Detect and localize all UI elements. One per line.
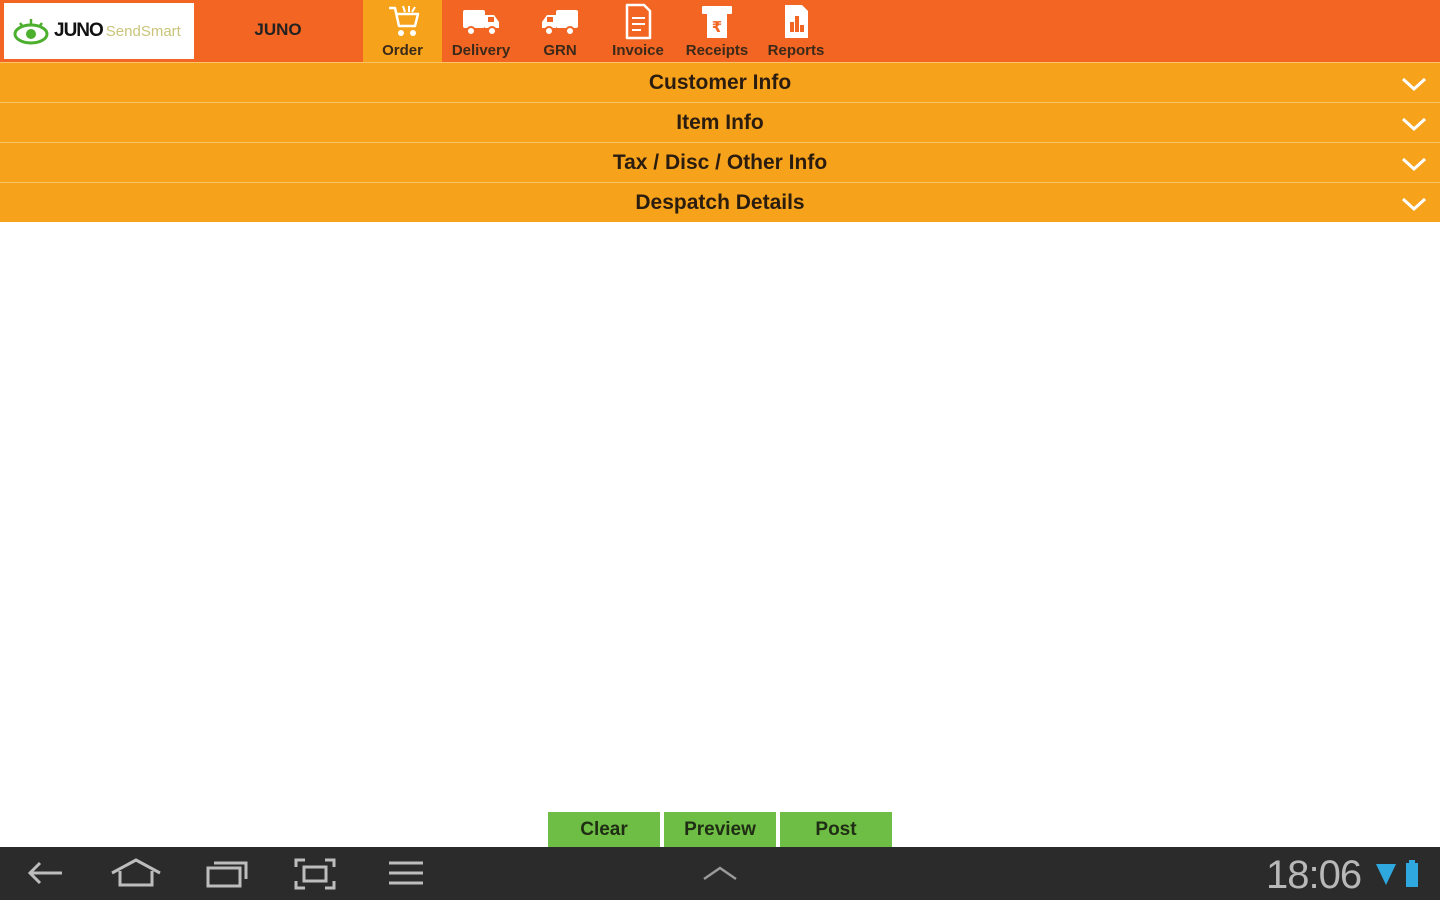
truck-icon	[463, 10, 499, 36]
logo-text-main: JUNO	[54, 20, 104, 41]
home-icon[interactable]	[110, 857, 162, 889]
nav-receipts[interactable]: ₹ Receipts	[678, 0, 756, 62]
grn-truck-icon	[542, 10, 578, 36]
recent-apps-icon[interactable]	[205, 857, 249, 889]
nav-label-reports: Reports	[767, 42, 825, 59]
clear-button[interactable]: Clear	[548, 812, 660, 848]
battery-icon	[1406, 860, 1418, 887]
status-clock: 18:06	[1266, 853, 1362, 897]
post-button[interactable]: Post	[780, 812, 892, 848]
nav-order[interactable]: Order	[363, 0, 442, 62]
section-title: Item Info	[676, 110, 764, 134]
eye-logo-icon	[13, 19, 49, 45]
chevron-down-icon	[1401, 157, 1427, 172]
nav-label-order: Order	[382, 42, 423, 59]
section-despatch-details[interactable]: Despatch Details	[0, 182, 1440, 222]
svg-text:₹: ₹	[712, 18, 722, 36]
section-title: Despatch Details	[635, 190, 805, 214]
logo-text-sub: SendSmart	[105, 22, 181, 40]
receipt-icon: ₹	[702, 6, 732, 38]
chevron-down-icon	[1401, 197, 1427, 212]
screenshot-icon[interactable]	[293, 857, 337, 891]
nav-invoice[interactable]: Invoice	[600, 0, 676, 62]
back-icon[interactable]	[26, 857, 66, 889]
menu-icon[interactable]	[386, 857, 426, 889]
top-bar: JUNO SendSmart JUNO Order Delivery GRN I…	[0, 0, 1440, 62]
report-icon	[785, 5, 808, 38]
system-navigation-bar: 18:06	[0, 847, 1440, 900]
section-tax-disc-other-info[interactable]: Tax / Disc / Other Info	[0, 142, 1440, 182]
section-title: Tax / Disc / Other Info	[612, 150, 828, 174]
chevron-down-icon	[1401, 117, 1427, 132]
nav-reports[interactable]: Reports	[758, 0, 834, 62]
section-title: Customer Info	[648, 70, 792, 94]
document-icon	[625, 3, 652, 40]
section-customer-info[interactable]: Customer Info	[0, 62, 1440, 102]
nav-label-receipts: Receipts	[685, 42, 749, 59]
action-bar: Clear Preview Post	[548, 812, 892, 848]
chevron-down-icon	[1401, 77, 1427, 92]
nav-label-delivery: Delivery	[451, 42, 511, 59]
cart-icon	[388, 5, 419, 36]
chevron-up-icon[interactable]	[702, 865, 738, 883]
nav-label-invoice: Invoice	[612, 42, 664, 59]
company-name: JUNO	[254, 20, 302, 39]
nav-delivery[interactable]: Delivery	[443, 0, 519, 62]
preview-button[interactable]: Preview	[664, 812, 776, 848]
nav-grn[interactable]: GRN	[522, 0, 598, 62]
wifi-icon	[1376, 864, 1396, 885]
app-logo: JUNO SendSmart	[4, 3, 194, 59]
nav-label-grn: GRN	[543, 42, 577, 59]
section-item-info[interactable]: Item Info	[0, 102, 1440, 142]
